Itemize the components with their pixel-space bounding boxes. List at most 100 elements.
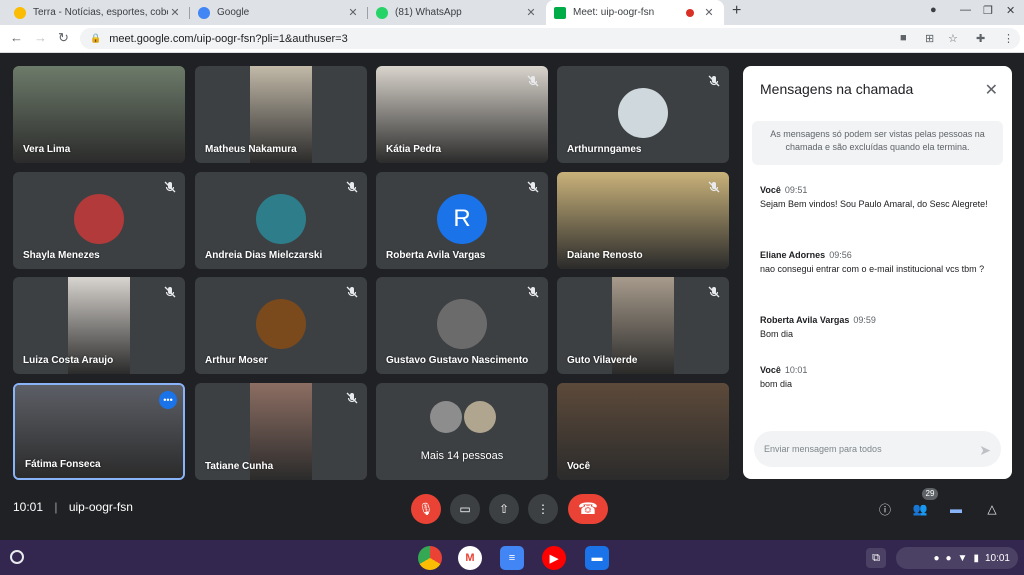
participant-name: Shayla Menezes bbox=[23, 250, 100, 261]
back-icon[interactable]: ← bbox=[10, 30, 23, 45]
gmail-app-icon[interactable]: M bbox=[458, 546, 482, 570]
message-text: nao consegui entrar com o e-mail institu… bbox=[760, 264, 985, 274]
participant-tile[interactable]: Luiza Costa Araujo bbox=[13, 277, 185, 374]
message-sender: Você bbox=[760, 365, 781, 375]
launcher-icon[interactable] bbox=[10, 550, 24, 564]
message-text: Sejam Bem vindos! Sou Paulo Amaral, do S… bbox=[760, 199, 988, 209]
files-app-icon[interactable]: ▬ bbox=[585, 546, 609, 570]
participant-name: Luiza Costa Araujo bbox=[23, 355, 114, 366]
participant-tile[interactable]: Arthurnngames bbox=[557, 66, 729, 163]
profile-menu-icon[interactable]: ● bbox=[930, 4, 937, 16]
more-options-button[interactable]: ⋮ bbox=[528, 494, 558, 524]
participant-tile[interactable]: Kátia Pedra bbox=[376, 66, 548, 163]
message-sender: Eliane Adornes bbox=[760, 250, 826, 260]
recording-icon bbox=[686, 8, 694, 17]
terra-favicon-icon bbox=[14, 6, 26, 19]
participant-tile[interactable]: Guto Vilaverde bbox=[557, 277, 729, 374]
camera-in-use-icon[interactable]: ■ bbox=[900, 32, 907, 44]
activities-icon: △ bbox=[987, 502, 997, 516]
chat-title: Mensagens na chamada bbox=[760, 81, 914, 97]
holding-space-icon[interactable]: ⧉ bbox=[866, 548, 886, 568]
participant-avatar: R bbox=[437, 194, 487, 244]
participant-tile[interactable]: Arthur Moser bbox=[195, 277, 367, 374]
close-tab-icon[interactable]: ✕ bbox=[702, 6, 716, 19]
leave-call-button[interactable]: ☎ bbox=[568, 494, 608, 524]
message-time: 09:59 bbox=[853, 315, 876, 325]
participant-tile[interactable]: Shayla Menezes bbox=[13, 172, 185, 269]
participant-tile[interactable]: ••• Fátima Fonseca bbox=[13, 383, 185, 480]
close-tab-icon[interactable]: ✕ bbox=[524, 6, 538, 19]
notification-icon: ● bbox=[945, 552, 952, 564]
notification-icon: ● bbox=[933, 552, 940, 564]
message-time: 10:01 bbox=[784, 365, 808, 375]
mic-off-icon: 🎙 bbox=[418, 502, 434, 516]
participant-tile[interactable]: Você bbox=[557, 383, 729, 480]
mic-off-icon bbox=[707, 74, 721, 88]
bookmark-star-icon[interactable]: ☆ bbox=[948, 32, 958, 45]
participant-tile[interactable]: Matheus Nakamura bbox=[195, 66, 367, 163]
translate-icon[interactable]: ⊞ bbox=[925, 32, 934, 45]
chat-message: Roberta Avila Vargas 09:59 Bom dia bbox=[760, 313, 995, 341]
participant-avatar bbox=[618, 88, 668, 138]
participant-avatar bbox=[74, 194, 124, 244]
mic-off-icon bbox=[345, 391, 359, 405]
chat-icon: ▬ bbox=[950, 502, 962, 516]
participant-tile[interactable]: Daiane Renosto bbox=[557, 172, 729, 269]
present-screen-button[interactable]: ⇧ bbox=[489, 494, 519, 524]
battery-icon: ▮ bbox=[973, 552, 979, 564]
participant-name: Gustavo Gustavo Nascimento bbox=[386, 355, 529, 366]
restore-icon[interactable]: ❐ bbox=[983, 4, 993, 17]
reload-icon[interactable]: ↻ bbox=[58, 30, 69, 46]
message-text: Bom dia bbox=[760, 329, 794, 339]
os-shelf: M ≡ ▶ ▬ ⧉ ● ● ▼ ▮ 10:01 bbox=[0, 540, 1024, 575]
participant-tile[interactable]: Andreia Dias Mielczarski bbox=[195, 172, 367, 269]
tab-whatsapp[interactable]: (81) WhatsApp ✕ bbox=[368, 0, 546, 25]
browser-toolbar: ← → ↻ 🔒 meet.google.com/uip-oogr-fsn?pli… bbox=[0, 25, 1024, 53]
send-icon[interactable]: ➤ bbox=[979, 442, 991, 459]
activities-button[interactable]: △ bbox=[983, 500, 1001, 518]
new-tab-icon[interactable]: + bbox=[732, 2, 741, 20]
camera-toggle-button[interactable]: ▭ bbox=[450, 494, 480, 524]
lock-icon[interactable]: 🔒 bbox=[90, 33, 101, 44]
participant-name: Tatiane Cunha bbox=[205, 461, 274, 472]
participant-tile[interactable]: Mais 14 pessoas bbox=[376, 383, 548, 480]
docs-app-icon[interactable]: ≡ bbox=[500, 546, 524, 570]
chat-message: Você 10:01 bom dia bbox=[760, 363, 995, 391]
participant-tile[interactable]: Tatiane Cunha bbox=[195, 383, 367, 480]
participant-tile[interactable]: R Roberta Avila Vargas bbox=[376, 172, 548, 269]
participant-tile[interactable]: Gustavo Gustavo Nascimento bbox=[376, 277, 548, 374]
whatsapp-favicon-icon bbox=[376, 6, 388, 19]
participant-name: Mais 14 pessoas bbox=[420, 450, 504, 462]
hang-up-icon: ☎ bbox=[578, 501, 598, 518]
chat-button[interactable]: ▬ bbox=[947, 500, 965, 518]
close-tab-icon[interactable]: ✕ bbox=[168, 6, 182, 19]
people-button[interactable]: 👥 bbox=[911, 500, 929, 518]
youtube-app-icon[interactable]: ▶ bbox=[542, 546, 566, 570]
meet-favicon-icon bbox=[554, 6, 566, 19]
info-icon: ⓘ bbox=[878, 502, 891, 517]
meeting-details-button[interactable]: ⓘ bbox=[876, 500, 894, 518]
forward-icon[interactable]: → bbox=[34, 30, 47, 45]
tab-meet[interactable]: Meet: uip-oogr-fsn ✕ bbox=[546, 0, 724, 25]
tile-more-options-icon[interactable]: ••• bbox=[159, 391, 177, 409]
tab-terra[interactable]: Terra - Notícias, esportes, cobertu ✕ bbox=[6, 0, 190, 25]
minimize-icon[interactable]: — bbox=[960, 4, 971, 16]
participant-tile[interactable]: Vera Lima bbox=[13, 66, 185, 163]
tab-google[interactable]: Google ✕ bbox=[190, 0, 368, 25]
address-bar[interactable]: 🔒 meet.google.com/uip-oogr-fsn?pli=1&aut… bbox=[80, 28, 1020, 49]
close-window-icon[interactable]: ✕ bbox=[1006, 4, 1015, 17]
participant-name: Fátima Fonseca bbox=[25, 459, 101, 470]
extensions-icon[interactable]: ✚ bbox=[976, 32, 985, 45]
message-sender: Você bbox=[760, 185, 781, 195]
chrome-app-icon[interactable] bbox=[418, 546, 442, 570]
participant-name: Andreia Dias Mielczarski bbox=[205, 250, 323, 261]
message-time: 09:51 bbox=[784, 185, 808, 195]
tab-title: Meet: uip-oogr-fsn bbox=[573, 7, 655, 18]
microphone-toggle-button[interactable]: 🎙 bbox=[411, 494, 441, 524]
close-chat-icon[interactable]: ✕ bbox=[985, 80, 998, 100]
chat-input[interactable]: Enviar mensagem para todos ➤ bbox=[754, 431, 1001, 467]
close-tab-icon[interactable]: ✕ bbox=[346, 6, 360, 19]
status-tray[interactable]: ● ● ▼ ▮ 10:01 bbox=[896, 547, 1018, 569]
menu-dots-icon[interactable]: ⋮ bbox=[1003, 32, 1014, 45]
tab-title: Google bbox=[217, 7, 250, 18]
